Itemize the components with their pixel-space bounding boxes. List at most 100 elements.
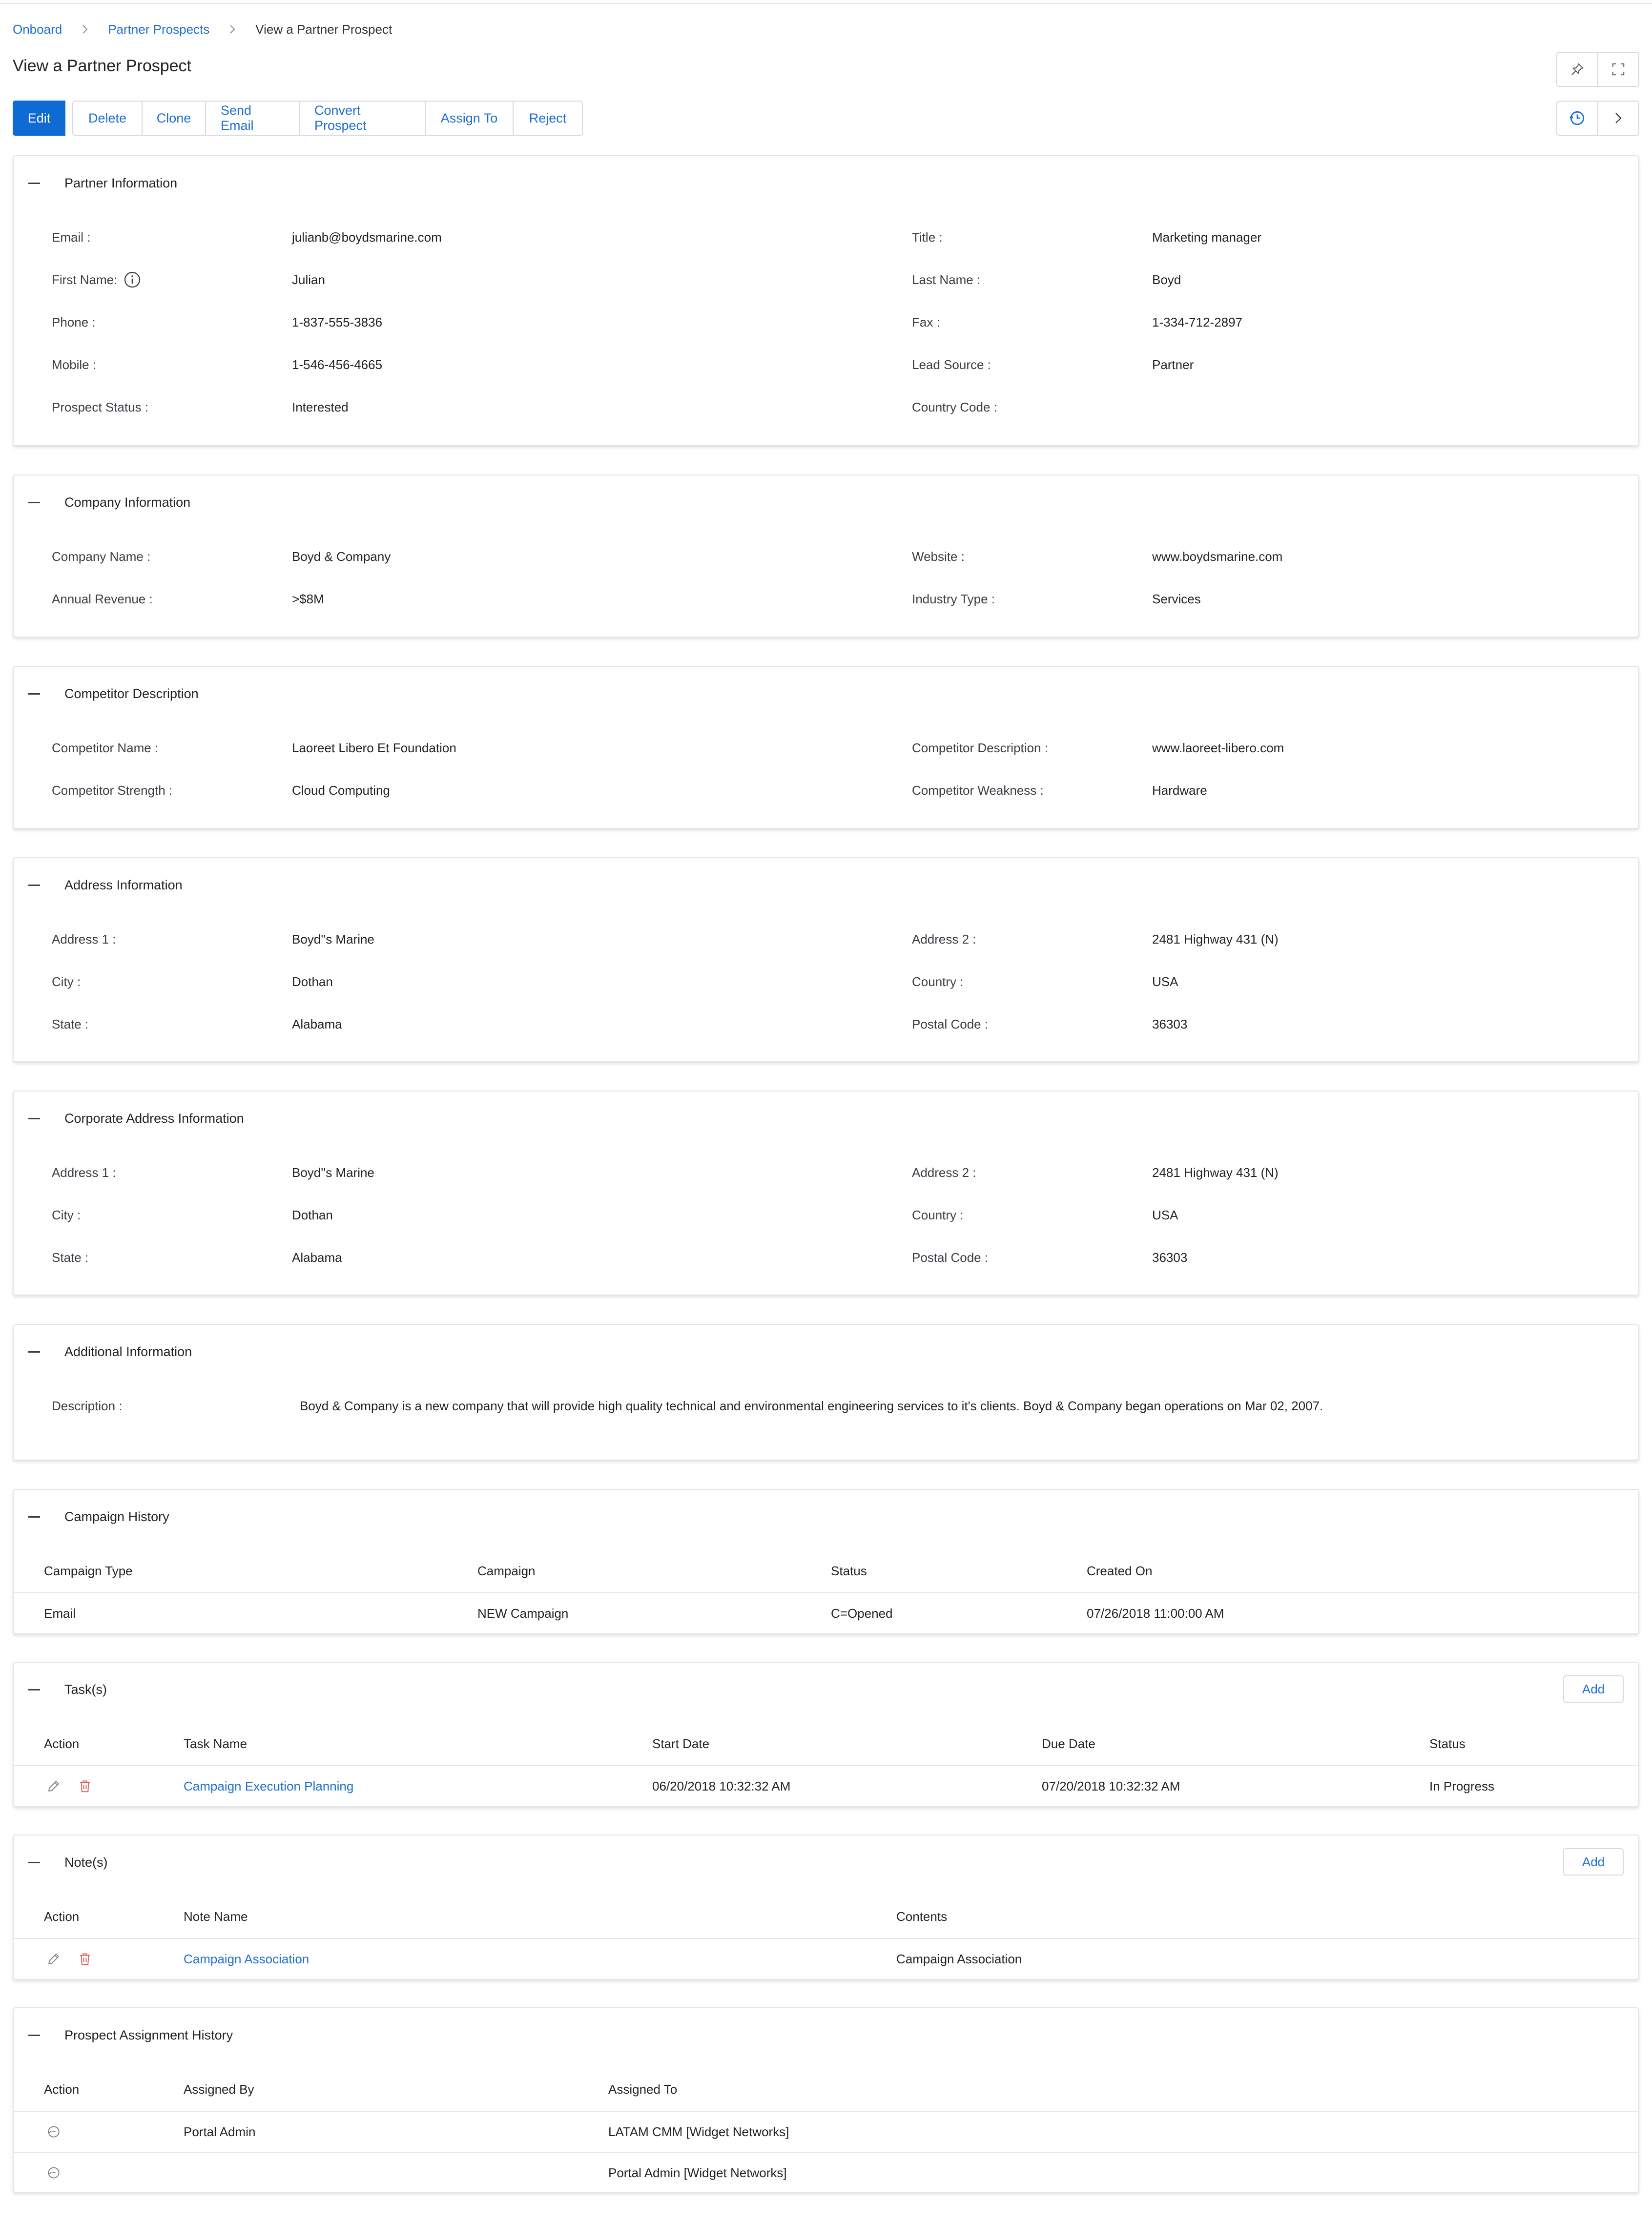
- field-label: First Name:: [52, 272, 118, 287]
- field-value: >$8M: [292, 591, 324, 606]
- card-header[interactable]: Partner Information: [14, 156, 177, 210]
- card-title: Task(s): [64, 1682, 107, 1697]
- field-value: Hardware: [1152, 783, 1207, 798]
- table-cell: 07/20/2018 10:32:32 AM: [1042, 1778, 1180, 1793]
- column-header: Assigned By: [184, 2081, 254, 2097]
- breadcrumb-partner-prospects[interactable]: Partner Prospects: [108, 22, 209, 37]
- field-row: Company Name : Boyd & Company Website : …: [14, 547, 1638, 566]
- delete-button[interactable]: Delete: [72, 101, 143, 136]
- card-title: Address Information: [64, 877, 183, 892]
- field-value: 1-546-456-4665: [292, 357, 383, 372]
- field-label: Country :: [912, 974, 964, 989]
- collapse-icon[interactable]: [28, 1516, 40, 1518]
- field-label: Postal Code :: [912, 1016, 989, 1031]
- field-value: Marketing manager: [1152, 229, 1261, 245]
- pin-icon: [1571, 63, 1584, 75]
- expand-icon: [1612, 63, 1625, 76]
- field-label: State :: [52, 1016, 89, 1031]
- card-header[interactable]: Address Information: [14, 858, 183, 912]
- collapse-icon[interactable]: [28, 1861, 40, 1863]
- table-cell: NEW Campaign: [477, 1606, 569, 1621]
- field-label: Company Name :: [52, 549, 151, 564]
- card-title: Prospect Assignment History: [64, 2027, 233, 2042]
- collapse-icon[interactable]: [28, 501, 40, 503]
- field-label: State :: [52, 1250, 89, 1265]
- field-value: 2481 Highway 431 (N): [1152, 1165, 1279, 1180]
- info-icon[interactable]: [123, 270, 142, 289]
- card-header[interactable]: Corporate Address Information: [14, 1092, 244, 1145]
- collapse-icon[interactable]: [28, 1117, 40, 1119]
- card-title: Campaign History: [64, 1509, 169, 1524]
- field-value: Dothan: [292, 1207, 333, 1222]
- card-header[interactable]: Campaign History: [14, 1490, 169, 1544]
- pin-button[interactable]: [1557, 53, 1597, 86]
- task-name-link[interactable]: Campaign Execution Planning: [184, 1766, 353, 1806]
- action-toolbar: Edit Delete Clone Send Email Convert Pro…: [13, 101, 583, 136]
- edit-icon[interactable]: [44, 1776, 63, 1796]
- field-row: Phone : 1-837-555-3836 Fax : 1-334-712-2…: [14, 312, 1638, 332]
- column-header: Start Date: [652, 1736, 710, 1751]
- expand-button[interactable]: [1597, 53, 1638, 86]
- field-row: Competitor Name : Laoreet Libero Et Foun…: [14, 738, 1638, 758]
- column-header: Campaign: [477, 1563, 536, 1578]
- field-label: Country Code :: [912, 399, 997, 414]
- delete-icon[interactable]: [75, 1776, 95, 1796]
- reject-button[interactable]: Reject: [514, 101, 583, 136]
- field-row: Prospect Status : Interested Country Cod…: [14, 397, 1638, 417]
- field-label: Prospect Status :: [52, 399, 148, 414]
- field-label: Annual Revenue :: [52, 591, 153, 606]
- collapse-icon[interactable]: [28, 693, 40, 695]
- field-value: Julian: [292, 272, 325, 287]
- send-email-button[interactable]: Send Email: [206, 101, 300, 136]
- field-value: Cloud Computing: [292, 783, 390, 798]
- collapse-icon[interactable]: [28, 182, 40, 184]
- column-header: Action: [44, 1736, 80, 1751]
- field-label: City :: [52, 974, 81, 989]
- clone-button[interactable]: Clone: [143, 101, 206, 136]
- field-row: Description : Boyd & Company is a new co…: [14, 1396, 1638, 1416]
- page-title: View a Partner Prospect: [13, 57, 191, 75]
- card-header[interactable]: Competitor Description: [14, 667, 199, 721]
- field-row: City : Dothan Country : USA: [14, 1205, 1638, 1225]
- field-value: 1-837-555-3836: [292, 314, 383, 330]
- address-information-card: Address Information Address 1 : Boyd''s …: [13, 857, 1639, 1062]
- collapse-icon[interactable]: [28, 2034, 40, 2036]
- card-header[interactable]: Company Information: [14, 475, 190, 529]
- field-row: Address 1 : Boyd''s Marine Address 2 : 2…: [14, 1163, 1638, 1182]
- card-header[interactable]: Additional Information: [14, 1325, 192, 1379]
- convert-prospect-button[interactable]: Convert Prospect: [300, 101, 426, 136]
- card-header[interactable]: Prospect Assignment History: [14, 2008, 233, 2062]
- note-name-link[interactable]: Campaign Association: [184, 1939, 309, 1979]
- column-header: Status: [1429, 1736, 1466, 1751]
- table-cell: Email: [44, 1606, 76, 1621]
- history-button[interactable]: [1557, 102, 1597, 135]
- edit-button[interactable]: Edit: [13, 101, 65, 136]
- field-label: Competitor Strength :: [52, 783, 173, 798]
- field-label: Title :: [912, 229, 943, 245]
- chevron-right-icon: [1615, 113, 1622, 124]
- column-header: Created On: [1087, 1563, 1153, 1578]
- field-value: www.laoreet-libero.com: [1152, 740, 1284, 755]
- field-value: 1-334-712-2897: [1152, 314, 1243, 330]
- table-cell: LATAM CMM [Widget Networks]: [608, 2124, 789, 2139]
- field-label: Competitor Name :: [52, 740, 159, 755]
- next-button[interactable]: [1597, 102, 1638, 135]
- add-note-button[interactable]: Add: [1563, 1848, 1624, 1875]
- field-label-wrap: First Name:: [52, 270, 142, 289]
- collapse-icon[interactable]: [28, 1689, 40, 1690]
- collapse-icon[interactable]: [28, 1351, 40, 1353]
- table-row: Portal Admin [Widget Networks]: [14, 2152, 1638, 2193]
- assign-to-button[interactable]: Assign To: [426, 101, 514, 136]
- history-icon[interactable]: [44, 2163, 63, 2183]
- card-header[interactable]: Note(s): [14, 1835, 108, 1889]
- field-value: USA: [1152, 1207, 1178, 1222]
- table-header: Action Note Name Contents: [14, 1897, 1638, 1936]
- history-icon[interactable]: [44, 2122, 63, 2142]
- breadcrumb-onboard[interactable]: Onboard: [13, 22, 62, 37]
- card-header[interactable]: Task(s): [14, 1663, 107, 1716]
- collapse-icon[interactable]: [28, 884, 40, 886]
- delete-icon[interactable]: [75, 1949, 95, 1969]
- add-task-button[interactable]: Add: [1563, 1675, 1624, 1703]
- edit-icon[interactable]: [44, 1949, 63, 1969]
- row-actions: [44, 1939, 95, 1979]
